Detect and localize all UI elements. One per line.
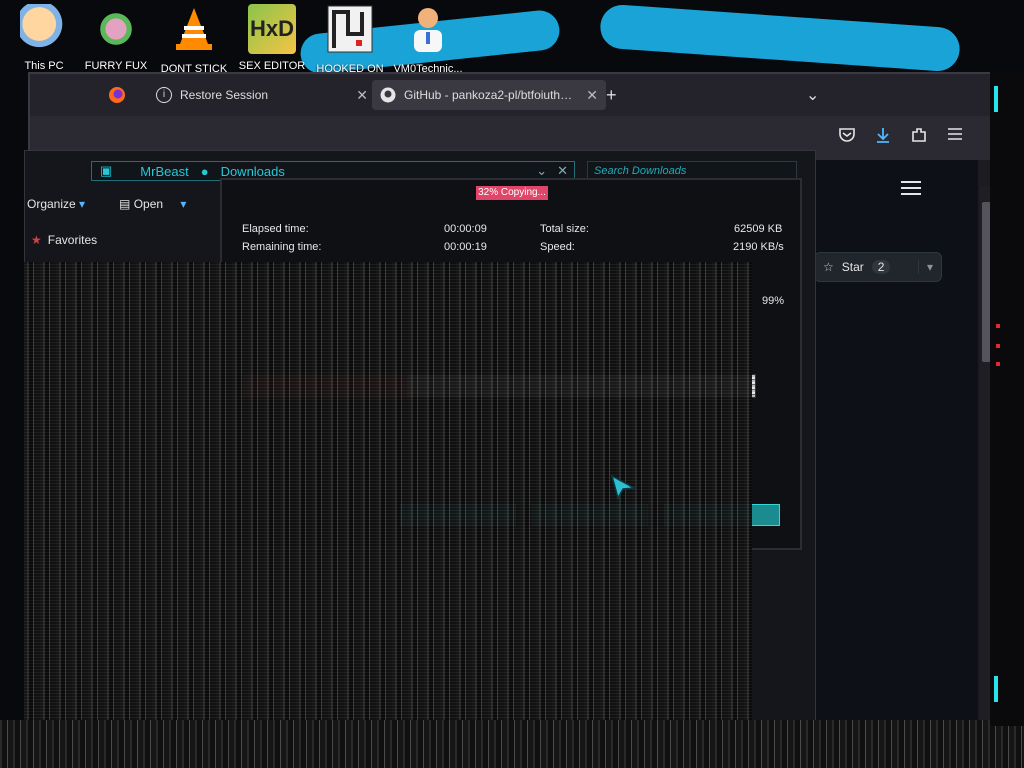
tab-github[interactable]: GitHub - pankoza2-pl/btfoiuth… ✕ xyxy=(372,80,606,110)
chevron-down-icon: ⌄ xyxy=(806,87,820,104)
chevron-down-icon[interactable]: ⌄ xyxy=(536,163,547,179)
command-bar: Organize ▾ ▤ Open ▾ xyxy=(25,193,225,217)
breadcrumb-downloads[interactable]: Downloads xyxy=(221,164,285,179)
speed-value: 2190 KB/s xyxy=(733,241,784,253)
extensions-icon[interactable] xyxy=(908,126,930,148)
hamburger-icon[interactable] xyxy=(900,180,922,199)
frame-light xyxy=(996,324,1000,328)
breadcrumb-separator-icon: ● xyxy=(200,163,209,179)
doctor-icon xyxy=(414,8,442,52)
furry-icon xyxy=(92,4,140,54)
nav-favorites[interactable]: ★ Favorites xyxy=(31,233,97,247)
list-all-tabs-button[interactable]: ⌄ xyxy=(806,80,826,110)
mouse-cursor-icon xyxy=(610,474,636,500)
remaining-label: Remaining time: xyxy=(242,241,322,253)
tab-label: Restore Session xyxy=(180,88,269,102)
close-icon[interactable]: ✕ xyxy=(557,163,568,179)
elapsed-label: Elapsed time: xyxy=(242,223,309,235)
star-icon: ☆ xyxy=(823,260,834,274)
open-icon: ▤ xyxy=(119,197,131,211)
desktop-icon-furry-fux[interactable]: FURRY FUX xyxy=(80,4,152,72)
star-button[interactable]: ☆ Star 2 ▾ xyxy=(814,252,942,282)
desktop-icon-label: FURRY FUX xyxy=(84,60,148,72)
plus-icon: + xyxy=(606,84,617,105)
elapsed-value: 00:00:09 xyxy=(444,223,487,235)
pc-avatar-icon xyxy=(20,4,68,54)
screen-glitch-strip xyxy=(0,720,1024,768)
github-page: ☆ Star 2 ▾ xyxy=(810,160,978,726)
new-tab-button[interactable]: + xyxy=(606,80,626,110)
desktop-icon-sex-editor[interactable]: HxD SEX EDITOR xyxy=(236,4,308,72)
speed-label: Speed: xyxy=(540,241,575,253)
star-count: 2 xyxy=(871,260,891,274)
remaining-value: 00:00:19 xyxy=(444,241,487,253)
desktop-icon-dont-stick[interactable]: DONT STICK xyxy=(158,4,230,75)
open-button[interactable]: ▤ Open ▾ xyxy=(119,197,186,211)
frame-light xyxy=(996,362,1000,366)
close-tab-icon[interactable]: ✕ xyxy=(356,87,368,104)
dialog-title: 32% Copying... xyxy=(476,186,548,200)
github-icon xyxy=(380,87,396,103)
maze-icon xyxy=(327,5,373,53)
organize-button[interactable]: Organize ▾ xyxy=(27,197,85,211)
tab-label: GitHub - pankoza2-pl/btfoiuth… xyxy=(404,88,573,102)
hxd-editor-icon: HxD xyxy=(248,4,296,54)
tab-bar: i Restore Session ✕ GitHub - pankoza2-pl… xyxy=(30,74,998,117)
total-size-value: 62509 KB xyxy=(734,223,783,235)
folder-icon: ▣ xyxy=(100,163,113,178)
close-tab-icon[interactable]: ✕ xyxy=(586,87,598,104)
firefox-icon xyxy=(109,87,125,103)
firefox-logo[interactable] xyxy=(108,80,134,110)
frame-accent xyxy=(994,676,998,702)
wallpaper-swirl xyxy=(598,3,962,73)
breadcrumb-mrbeast[interactable]: MrBeast xyxy=(140,164,188,179)
screen-glitch-overlay xyxy=(24,262,752,724)
tab-restore-session[interactable]: i Restore Session ✕ xyxy=(148,80,376,110)
star-dropdown-icon[interactable]: ▾ xyxy=(917,260,933,274)
percent-value: 99% xyxy=(762,295,785,307)
frame-accent xyxy=(994,86,998,112)
frame-light xyxy=(996,344,1000,348)
pocket-icon[interactable] xyxy=(836,126,858,148)
desktop-icon-label: SEX EDITOR xyxy=(238,60,306,72)
menu-icon[interactable] xyxy=(944,126,966,148)
download-icon[interactable] xyxy=(872,126,894,148)
theme-frame-right xyxy=(990,72,1024,726)
nav-label: Favorites xyxy=(47,233,98,247)
vlc-cone-icon xyxy=(176,8,212,50)
star-label: Star xyxy=(841,260,864,274)
desktop-icon-vm0technic[interactable]: VM0Technic... xyxy=(392,4,464,75)
desktop-icon-this-pc[interactable]: This PC xyxy=(8,4,80,72)
total-size-label: Total size: xyxy=(540,223,589,235)
info-icon: i xyxy=(156,87,172,103)
desktop-icon-hooked-on[interactable]: HOOKED ON xyxy=(314,4,386,75)
star-icon: ★ xyxy=(31,233,42,247)
desktop-icon-label: This PC xyxy=(24,60,64,72)
